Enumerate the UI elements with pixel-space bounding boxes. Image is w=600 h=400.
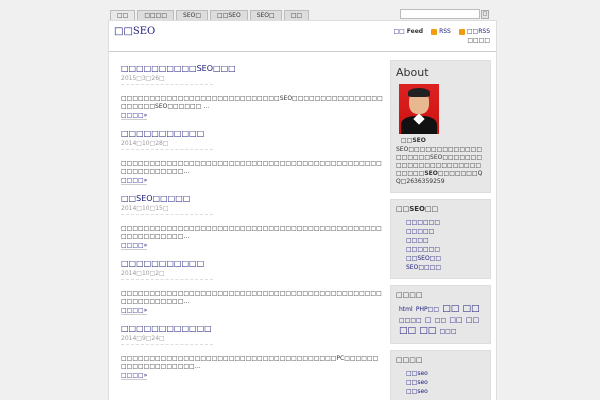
post-excerpt: □□□□□□□□□□□□□□□□□□□□□□□□□□□□□□□□□□□□□□□□…: [121, 225, 382, 240]
page-container: □□SEO □□ Feed RSS □□RSS □□□□ □□□□□□□□□□SE…: [108, 20, 497, 400]
avatar: [399, 84, 439, 134]
about-widget: About □□SEO SEO□□□□□□□□□□□□□□□□□□□SEO□□□…: [390, 60, 491, 193]
rss2-label: □□RSS: [466, 28, 490, 35]
rss-icon: [458, 28, 465, 35]
post-excerpt: □□□□□□□□□□□□□□□□□□□□□□□□□□□□□□□□□□□□□□□□…: [121, 160, 382, 175]
search-button[interactable]: □: [481, 9, 489, 19]
nav-tab-2[interactable]: □□□□: [137, 10, 175, 20]
list-item[interactable]: □□seo: [406, 369, 485, 378]
tag-link[interactable]: □□: [419, 326, 436, 336]
list-item[interactable]: □□SEO□□: [406, 254, 485, 263]
nav-tab-seo-2[interactable]: □□SEO: [210, 10, 248, 20]
list-item[interactable]: □□seo: [406, 387, 485, 396]
tag-link[interactable]: □□□□: [399, 317, 422, 324]
about-name: □□SEO: [401, 137, 426, 144]
rss-link[interactable]: RSS: [431, 28, 451, 35]
read-more-link[interactable]: □□□□»: [121, 307, 148, 315]
post-item: □□□□□□□□□□□ 2014□10□2□ □□□□□□□□□□□□□□□□□…: [121, 259, 383, 315]
about-title: About: [396, 66, 429, 79]
tag-link[interactable]: □□: [449, 316, 462, 324]
post-date: 2014□10□2□: [121, 270, 213, 280]
post-excerpt: □□□□□□□□□□□□□□□□□□□□□□□□□□□□□□□□□□□□□□□□…: [121, 290, 382, 305]
post-list: □□□□□□□□□□SEO□□□ 2015□3□26□ □□□□□□□□□□□□…: [121, 64, 383, 389]
tag-link[interactable]: □: [425, 316, 432, 324]
rss-icon: [431, 28, 438, 35]
search-input[interactable]: [400, 9, 480, 19]
sidebar: About □□SEO SEO□□□□□□□□□□□□□□□□□□□SEO□□□…: [390, 60, 491, 400]
post-item: □□□□□□□□□□SEO□□□ 2015□3□26□ □□□□□□□□□□□□…: [121, 64, 383, 120]
read-more-link[interactable]: □□□□»: [121, 177, 148, 185]
post-title[interactable]: □□□□□□□□□□□: [121, 259, 383, 269]
list-item[interactable]: □□□□□□: [406, 245, 485, 254]
nav-tab-seo-3[interactable]: SEO□: [249, 10, 282, 20]
feed-label-bold: Feed: [406, 28, 424, 35]
post-title[interactable]: □□□□□□□□□□□: [121, 129, 383, 139]
rss2-link[interactable]: □□RSS: [458, 28, 490, 35]
list-item[interactable]: □□□□□□: [406, 218, 485, 227]
feed-links: □□ Feed RSS □□RSS □□□□: [393, 28, 490, 44]
tag-cloud: html PHP□□ □□ □□ □□□□ □ □□ □□ □□ □□ □□ □…: [396, 304, 485, 337]
rss-label: RSS: [439, 28, 451, 35]
list-item[interactable]: SEO□□□□: [406, 263, 485, 272]
nav-tab-home[interactable]: □□: [110, 10, 136, 20]
recent-widget: □□□□ □□seo □□seo □□seo: [390, 350, 491, 400]
tags-widget: □□□□ html PHP□□ □□ □□ □□□□ □ □□ □□ □□ □□…: [390, 285, 491, 344]
tag-link[interactable]: □□□: [440, 328, 457, 335]
post-title[interactable]: □□SEO□□□□□: [121, 194, 383, 204]
recent-list: □□seo □□seo □□seo: [396, 369, 485, 396]
tags-widget-title: □□□□: [396, 291, 423, 299]
list-item[interactable]: □□seo: [406, 378, 485, 387]
subscribe-label[interactable]: □□□□: [393, 37, 490, 44]
list-item[interactable]: □□□□: [406, 236, 485, 245]
about-text: SEO□□□□□□□□□□□□□□□□□□□SEO□□□□□□□□□□□□□□□…: [396, 146, 483, 185]
post-item: □□SEO□□□□□ 2014□10□15□ □□□□□□□□□□□□□□□□□…: [121, 194, 383, 250]
post-date: 2014□9□24□: [121, 335, 213, 345]
links-widget: □□SEO□□ □□□□□□ □□□□□ □□□□ □□□□□□ □□SEO□□…: [390, 199, 491, 279]
tag-link[interactable]: □□: [435, 317, 446, 324]
nav-tabs: □□ □□□□ SEO□ □□SEO SEO□ □□: [110, 10, 310, 20]
links-widget-title: □□SEO□□: [396, 205, 439, 213]
list-item[interactable]: □□□□□: [406, 227, 485, 236]
post-item: □□□□□□□□□□□□ 2014□9□24□ □□□□□□□□□□□□□□□□…: [121, 324, 383, 380]
search-box: □: [400, 9, 489, 19]
recent-widget-title: □□□□: [396, 356, 423, 364]
post-date: 2014□10□28□: [121, 140, 213, 150]
top-navigation-bar: □□ □□□□ SEO□ □□SEO SEO□ □□ □: [110, 9, 490, 20]
read-more-link[interactable]: □□□□»: [121, 372, 148, 380]
post-title[interactable]: □□□□□□□□□□□□: [121, 324, 383, 334]
post-title[interactable]: □□□□□□□□□□SEO□□□: [121, 64, 383, 74]
post-date: 2015□3□26□: [121, 75, 213, 85]
nav-tab-seo[interactable]: SEO□: [176, 10, 209, 20]
links-list: □□□□□□ □□□□□ □□□□ □□□□□□ □□SEO□□ SEO□□□□: [396, 218, 485, 272]
post-excerpt: □□□□□□□□□□□□□□□□□□□□□□□□□□□□SEO□□□□□□□□□…: [121, 95, 383, 110]
post-date: 2014□10□15□: [121, 205, 213, 215]
site-title[interactable]: □□SEO: [114, 26, 155, 37]
tag-link[interactable]: □□: [399, 326, 416, 336]
tag-link[interactable]: html: [399, 306, 413, 313]
feed-label-prefix: □□: [393, 28, 405, 35]
nav-tab-6[interactable]: □□: [283, 10, 310, 20]
feed-link[interactable]: □□ Feed: [393, 28, 423, 35]
tag-link[interactable]: □□: [466, 316, 479, 324]
post-excerpt: □□□□□□□□□□□□□□□□□□□□□□□□□□□□□□□□□□□□□□PC…: [121, 355, 379, 370]
read-more-link[interactable]: □□□□»: [121, 242, 148, 250]
site-header: □□SEO □□ Feed RSS □□RSS □□□□: [109, 21, 496, 52]
read-more-link[interactable]: □□□□»: [121, 112, 148, 120]
tag-link[interactable]: PHP□□: [416, 306, 439, 313]
post-item: □□□□□□□□□□□ 2014□10□28□ □□□□□□□□□□□□□□□□…: [121, 129, 383, 185]
tag-link[interactable]: □□: [462, 304, 479, 314]
tag-link[interactable]: □□: [442, 304, 459, 314]
